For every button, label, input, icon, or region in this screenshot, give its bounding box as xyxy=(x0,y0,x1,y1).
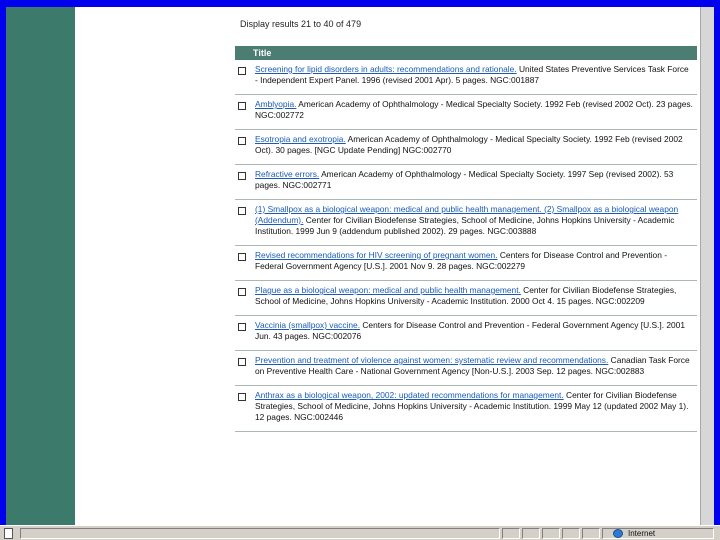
results-summary: Display results 21 to 40 of 479 xyxy=(240,19,362,29)
status-panel xyxy=(502,528,520,539)
status-panel xyxy=(582,528,600,539)
result-title-link[interactable]: Revised recommendations for HIV screenin… xyxy=(255,250,498,260)
select-checkbox[interactable] xyxy=(238,358,246,366)
result-title-link[interactable]: Screening for lipid disorders in adults:… xyxy=(255,64,517,74)
result-title-link[interactable]: Vaccinia (smallpox) vaccine. xyxy=(255,320,360,330)
result-title-link[interactable]: Amblyopia. xyxy=(255,99,296,109)
select-checkbox[interactable] xyxy=(238,102,246,110)
select-checkbox[interactable] xyxy=(238,67,246,75)
browser-window: Display results 21 to 40 of 479 Title Sc… xyxy=(6,7,714,525)
result-row: (1) Smallpox as a biological weapon: med… xyxy=(235,200,697,246)
select-checkbox[interactable] xyxy=(238,253,246,261)
result-row: Amblyopia. American Academy of Ophthalmo… xyxy=(235,95,697,130)
result-row: Revised recommendations for HIV screenin… xyxy=(235,246,697,281)
select-checkbox[interactable] xyxy=(238,323,246,331)
status-panel xyxy=(522,528,540,539)
select-checkbox[interactable] xyxy=(238,393,246,401)
result-title-link[interactable]: Prevention and treatment of violence aga… xyxy=(255,355,608,365)
security-zone: Internet xyxy=(612,528,655,539)
select-checkbox[interactable] xyxy=(238,207,246,215)
status-message-panel xyxy=(20,528,500,539)
select-checkbox[interactable] xyxy=(238,288,246,296)
result-row: Prevention and treatment of violence aga… xyxy=(235,351,697,386)
status-panel xyxy=(562,528,580,539)
result-row: Screening for lipid disorders in adults:… xyxy=(235,60,697,95)
security-zone-label: Internet xyxy=(628,529,656,538)
globe-icon xyxy=(613,529,623,538)
result-row: Plague as a biological weapon: medical a… xyxy=(235,281,697,316)
select-checkbox[interactable] xyxy=(238,172,246,180)
left-sidebar xyxy=(6,7,75,525)
result-title-link[interactable]: Plague as a biological weapon: medical a… xyxy=(255,285,521,295)
result-citation: Center for Civilian Biodefense Strategie… xyxy=(255,215,675,236)
select-checkbox[interactable] xyxy=(238,137,246,145)
result-row: Anthrax as a biological weapon, 2002: up… xyxy=(235,386,697,432)
page-content: Display results 21 to 40 of 479 Title Sc… xyxy=(75,7,714,525)
page-icon xyxy=(4,528,13,539)
status-bar: Internet xyxy=(0,525,720,540)
results-list: Screening for lipid disorders in adults:… xyxy=(235,60,697,432)
result-row: Vaccinia (smallpox) vaccine. Centers for… xyxy=(235,316,697,351)
result-title-link[interactable]: Refractive errors. xyxy=(255,169,319,179)
vertical-scrollbar[interactable] xyxy=(700,7,714,525)
status-panel xyxy=(542,528,560,539)
result-title-link[interactable]: Esotropia and exotropia. xyxy=(255,134,346,144)
result-citation: American Academy of Ophthalmology - Medi… xyxy=(255,99,693,120)
result-row: Esotropia and exotropia. American Academ… xyxy=(235,130,697,165)
results-table-header: Title xyxy=(235,46,697,60)
result-row: Refractive errors. American Academy of O… xyxy=(235,165,697,200)
result-title-link[interactable]: Anthrax as a biological weapon, 2002: up… xyxy=(255,390,564,400)
